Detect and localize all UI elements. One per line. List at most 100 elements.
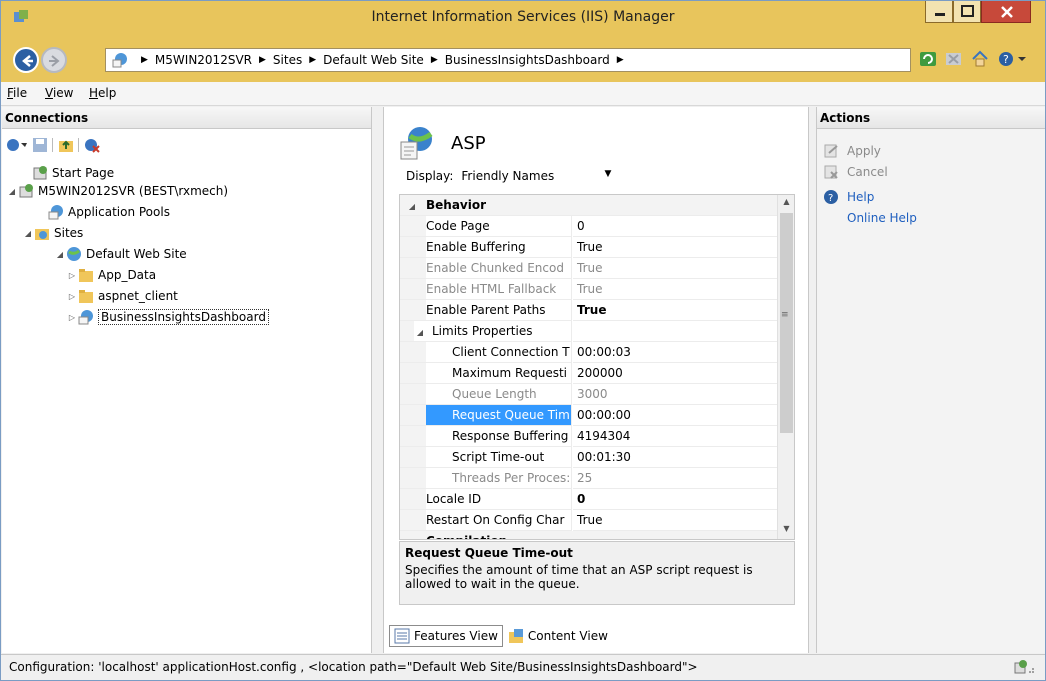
property-value[interactable]: True [573, 279, 778, 300]
server-icon [18, 183, 34, 199]
breadcrumb-sites[interactable]: Sites [273, 53, 302, 67]
expand-arrow-icon[interactable]: ▷ [66, 292, 78, 301]
expand-arrow-icon[interactable]: ▷ [66, 271, 78, 280]
status-bar: Configuration: 'localhost' applicationHo… [1, 654, 1045, 680]
property-row-enable-parent-paths[interactable]: Enable Parent Paths True [400, 300, 778, 321]
breadcrumb-server[interactable]: M5WIN2012SVR [155, 53, 252, 67]
breadcrumb[interactable]: ▶ M5WIN2012SVR ▶ Sites ▶ Default Web Sit… [105, 48, 911, 72]
collapse-arrow-icon[interactable]: ◢ [414, 328, 426, 337]
collapse-arrow-icon[interactable]: ◢ [22, 229, 34, 238]
stop-icon[interactable] [945, 50, 963, 68]
folder-icon [78, 267, 94, 283]
description-text: Specifies the amount of time that an ASP… [405, 563, 753, 591]
property-row-script-timeout[interactable]: Script Time-out 00:01:30 [400, 447, 778, 468]
property-value[interactable]: True [573, 237, 778, 258]
menu-file[interactable]: File [7, 86, 27, 100]
status-text: Configuration: 'localhost' applicationHo… [9, 660, 698, 674]
property-value[interactable]: 0 [573, 489, 778, 510]
breadcrumb-default-web-site[interactable]: Default Web Site [323, 53, 424, 67]
tree-item-start-page[interactable]: Start Page [20, 163, 114, 183]
chevron-right-icon[interactable]: ▶ [617, 55, 624, 65]
close-button[interactable] [981, 1, 1031, 23]
menu-bar: File View Help [1, 82, 1045, 106]
asp-feature-panel: ASP Display: Friendly Names ▼ ◢ Behavior … [383, 107, 809, 653]
property-row-code-page[interactable]: Code Page 0 [400, 216, 778, 237]
up-folder-icon[interactable] [58, 137, 74, 153]
title-bar: Internet Information Services (IIS) Mana… [1, 1, 1045, 34]
collapse-arrow-icon[interactable]: ◢ [406, 538, 418, 539]
property-row-threads-per-processor-limit[interactable]: Threads Per Proces: 25 [400, 468, 778, 489]
property-row-response-buffering-limit[interactable]: Response Buffering 4194304 [400, 426, 778, 447]
property-row-enable-buffering[interactable]: Enable Buffering True [400, 237, 778, 258]
tab-features-view[interactable]: Features View [389, 625, 503, 647]
property-row-request-queue-timeout[interactable]: Request Queue Tim 00:00:00 [400, 405, 778, 426]
property-value[interactable]: 25 [573, 468, 778, 489]
property-row-restart-on-config-change[interactable]: Restart On Config Char True [400, 510, 778, 531]
tree-item-app-data[interactable]: ▷ App_Data [66, 265, 156, 285]
description-title: Request Queue Time-out [405, 546, 573, 560]
display-mode-value: Friendly Names [461, 169, 555, 183]
tree-item-server[interactable]: ◢ M5WIN2012SVR (BEST\rxmech) [6, 181, 228, 201]
home-icon[interactable] [971, 50, 989, 68]
category-behavior[interactable]: ◢ Behavior [400, 195, 778, 216]
scrollbar-thumb[interactable] [780, 213, 793, 433]
display-mode-dropdown[interactable]: Friendly Names ▼ [461, 169, 621, 183]
svg-text:?: ? [1003, 53, 1009, 66]
feature-title: ASP [451, 132, 486, 154]
menu-view[interactable]: View [45, 86, 73, 100]
property-row-client-connection-test-interval[interactable]: Client Connection T 00:00:03 [400, 342, 778, 363]
action-online-help[interactable]: Online Help [847, 208, 917, 228]
property-row-enable-chunked-encoding[interactable]: Enable Chunked Encod True [400, 258, 778, 279]
property-row-maximum-requesting-entity-body-limit[interactable]: Maximum Requesti 200000 [400, 363, 778, 384]
tree-item-businessinsightsdashboard[interactable]: ▷ BusinessInsightsDashboard [66, 307, 269, 327]
maximize-button[interactable] [953, 1, 981, 23]
category-compilation[interactable]: ◢Compilation [400, 531, 778, 539]
property-value[interactable]: 200000 [573, 363, 778, 384]
expand-arrow-icon[interactable]: ▷ [66, 313, 78, 322]
property-value[interactable]: 00:00:03 [573, 342, 778, 363]
property-value[interactable]: 3000 [573, 384, 778, 405]
property-value[interactable]: True [573, 258, 778, 279]
tree-item-application-pools[interactable]: Application Pools [36, 202, 170, 222]
property-row-locale-id[interactable]: Locale ID 0 [400, 489, 778, 510]
action-apply[interactable]: Apply [823, 141, 881, 161]
tab-content-view[interactable]: Content View [503, 625, 613, 647]
save-icon[interactable] [32, 137, 48, 153]
property-row-queue-length[interactable]: Queue Length 3000 [400, 384, 778, 405]
tree-item-aspnet-client[interactable]: ▷ aspnet_client [66, 286, 178, 306]
property-value[interactable]: 0 [573, 216, 778, 237]
forward-button[interactable] [41, 47, 67, 73]
scroll-down-icon[interactable]: ▼ [780, 524, 793, 537]
property-value[interactable]: True [573, 300, 778, 321]
apply-icon [823, 143, 839, 159]
disconnect-icon[interactable] [84, 137, 100, 153]
tree-item-default-web-site[interactable]: ◢ Default Web Site [54, 244, 187, 264]
tree-item-sites[interactable]: ◢ Sites [22, 223, 83, 243]
property-value[interactable]: 00:01:30 [573, 447, 778, 468]
breadcrumb-application[interactable]: BusinessInsightsDashboard [445, 53, 610, 67]
folder-icon [78, 288, 94, 304]
collapse-arrow-icon[interactable]: ◢ [54, 250, 66, 259]
refresh-icon[interactable] [919, 50, 937, 68]
connect-icon[interactable] [6, 137, 28, 153]
back-button[interactable] [13, 47, 39, 73]
property-value [573, 321, 778, 342]
property-value[interactable]: 00:00:00 [573, 405, 778, 426]
minimize-button[interactable] [925, 1, 953, 23]
collapse-arrow-icon[interactable]: ◢ [6, 187, 18, 196]
property-row-limits-properties[interactable]: ◢ Limits Properties [400, 321, 778, 342]
action-cancel[interactable]: Cancel [823, 162, 888, 182]
property-value[interactable]: True [573, 510, 778, 531]
action-help[interactable]: ? Help [823, 187, 874, 207]
help-dropdown-icon[interactable]: ? [997, 50, 1027, 68]
menu-help[interactable]: Help [89, 86, 116, 100]
separator [52, 138, 54, 152]
connections-header: Connections [2, 107, 371, 129]
collapse-arrow-icon[interactable]: ◢ [406, 202, 418, 211]
property-value[interactable]: 4194304 [573, 426, 778, 447]
property-grid-scrollbar[interactable]: ▲ ≡ ▼ [777, 195, 794, 539]
chevron-down-icon: ▼ [604, 169, 612, 179]
scroll-up-icon[interactable]: ▲ [780, 197, 793, 210]
property-row-enable-html-fallback[interactable]: Enable HTML Fallback True [400, 279, 778, 300]
chevron-right-icon: ▶ [309, 55, 317, 65]
